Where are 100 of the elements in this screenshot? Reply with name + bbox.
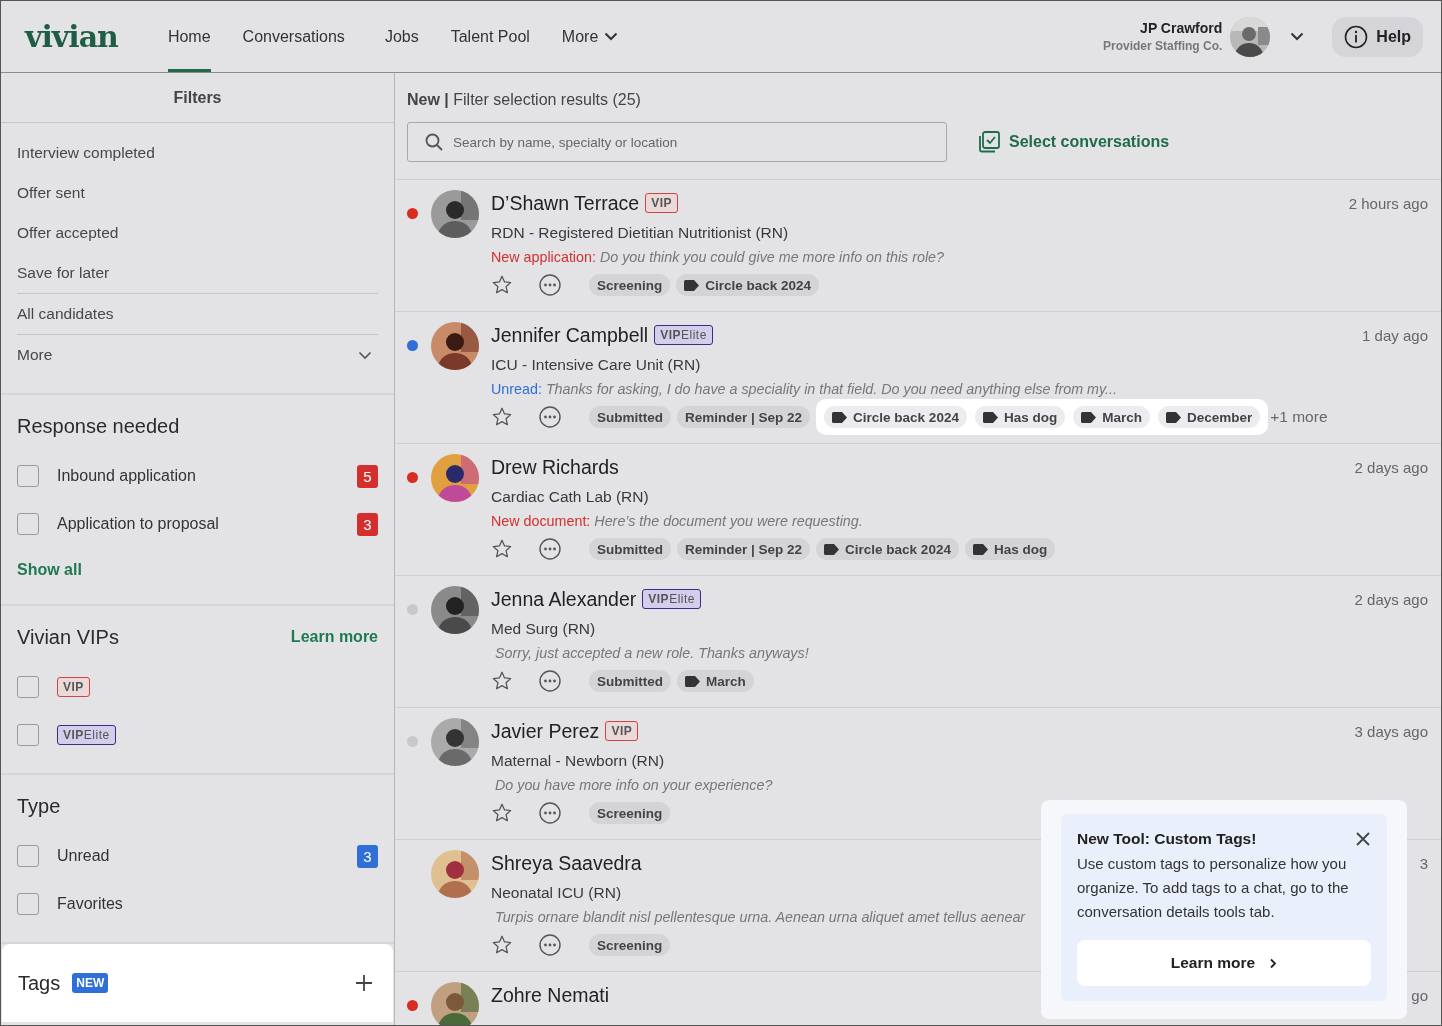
popover-text: Use custom tags to personalize how you organize. To add tags to a chat, go to the conversation details tools tab. — [1077, 854, 1350, 922]
checkbox[interactable] — [17, 724, 39, 746]
show-all-link[interactable]: Show all — [17, 550, 378, 590]
filter-item[interactable]: Interview completed — [17, 133, 378, 173]
candidate-name[interactable]: Shreya Saavedra — [491, 851, 642, 875]
star-icon[interactable] — [491, 538, 513, 560]
tag-icon — [685, 675, 700, 687]
checkbox[interactable] — [17, 845, 39, 867]
star-icon[interactable] — [491, 802, 513, 824]
message-preview: Do you think you could give me more info on this role? — [599, 249, 944, 265]
more-filter-toggle[interactable]: More — [17, 335, 378, 375]
timestamp: 2 days ago — [1354, 458, 1428, 476]
status-tag: Screening — [589, 274, 671, 296]
more-icon[interactable] — [539, 406, 561, 428]
timestamp: 2 hours ago — [1348, 194, 1428, 212]
tag-icon — [824, 543, 840, 555]
custom-tag: Has dog — [974, 406, 1066, 428]
nav-tab[interactable]: Home — [167, 1, 211, 72]
filter-label: Application to proposal — [57, 515, 219, 533]
popover-title: New Tool: Custom Tags! — [1077, 830, 1257, 848]
candidate-name[interactable]: Drew Richards — [491, 455, 619, 479]
vip-badge: VIP — [57, 677, 90, 697]
custom-tag: Circle back 2024 — [816, 538, 959, 560]
more-icon[interactable] — [539, 670, 561, 692]
status-tag: Submitted — [589, 538, 671, 560]
company-name: Provider Staffing Co. — [1103, 39, 1223, 53]
select-conversations-button[interactable]: Select conversations — [971, 129, 1176, 155]
add-icon[interactable] — [355, 974, 373, 992]
checklist-icon — [977, 130, 1001, 154]
nav-tab[interactable]: Conversations — [242, 1, 345, 72]
section-title: Type — [17, 794, 61, 818]
learn-more-link[interactable]: Learn more — [290, 628, 378, 646]
status-tag: Screening — [589, 802, 671, 824]
count-badge: 5 — [357, 464, 378, 488]
tag-icon — [832, 411, 848, 423]
candidate-name[interactable]: Jenna Alexander — [491, 587, 637, 611]
message-preview: Turpis ornare blandit nisl pellentesque urna. Aenean urna aliquet amet tellus aenear — [495, 909, 1026, 925]
filter-item[interactable]: Offer accepted — [17, 213, 378, 253]
help-button[interactable]: Help — [1332, 16, 1423, 57]
vip-badge: VIP — [605, 721, 639, 741]
tag-icon — [1081, 411, 1097, 423]
candidate-name[interactable]: D’Shawn Terrace — [491, 191, 640, 215]
status-tag: Screening — [589, 934, 671, 956]
job-title: Med Surg (RN) — [491, 620, 596, 637]
nav-tab[interactable]: Talent Pool — [450, 1, 530, 72]
vip-badge: VIPElite — [642, 589, 701, 609]
info-icon — [1344, 24, 1369, 49]
search-icon — [425, 133, 443, 151]
timestamp: 2 days ago — [1354, 590, 1428, 608]
candidate-name[interactable]: Jennifer Campbell — [491, 323, 649, 347]
job-title: ICU - Intensive Care Unit (RN) — [491, 356, 701, 373]
status-tag: Submitted — [589, 406, 671, 428]
tag-icon — [684, 279, 700, 291]
more-icon[interactable] — [539, 802, 561, 824]
status-tag: Reminder | Sep 22 — [677, 538, 811, 560]
close-icon[interactable] — [1355, 831, 1371, 847]
star-icon[interactable] — [491, 406, 513, 428]
star-icon[interactable] — [491, 934, 513, 956]
filter-item[interactable]: Offer sent — [17, 173, 378, 213]
nav-menu[interactable]: More — [561, 1, 619, 72]
chevron-down-icon[interactable] — [1290, 32, 1305, 41]
message-preview: Sorry, just accepted a new role. Thanks anyways! — [495, 645, 809, 661]
chevron-right-icon — [1269, 957, 1278, 969]
timestamp: go — [1411, 986, 1428, 1004]
custom-tag: March — [677, 670, 754, 692]
star-icon[interactable] — [491, 274, 513, 296]
filter-item[interactable]: Save for later — [17, 253, 378, 293]
vip-badge: VIP — [645, 193, 678, 213]
timestamp: 1 day ago — [1362, 326, 1428, 344]
vip-badge: VIPElite — [57, 725, 116, 745]
candidate-name[interactable]: Javier Perez — [491, 719, 600, 743]
vip-badge: VIPElite — [654, 325, 713, 345]
more-icon[interactable] — [539, 934, 561, 956]
tag-icon — [982, 411, 998, 423]
chevron-icon — [358, 350, 372, 360]
status-tag: Reminder | Sep 22 — [677, 406, 811, 428]
checkbox[interactable] — [17, 513, 39, 535]
section-title: Vivian VIPs — [17, 625, 119, 649]
job-title: Maternal - Newborn (RN) — [491, 752, 665, 769]
job-title: Cardiac Cath Lab (RN) — [491, 488, 649, 505]
checkbox[interactable] — [17, 465, 39, 487]
more-icon[interactable] — [539, 538, 561, 560]
tag-icon — [1165, 411, 1181, 423]
message-preview: Thanks for asking, I do have a speciality in that field. Do you need anything else from my... — [545, 381, 1117, 397]
job-title: Neonatal ICU (RN) — [491, 884, 622, 901]
panel-title: Filters — [1, 73, 394, 123]
more-tags-link[interactable]: +1 more — [1268, 408, 1328, 426]
search-field[interactable]: Search by name, specialty or location — [407, 122, 947, 162]
checkbox[interactable] — [17, 676, 39, 698]
message-status: New application: — [491, 249, 596, 265]
star-icon[interactable] — [491, 670, 513, 692]
more-icon[interactable] — [539, 274, 561, 296]
message-status: Unread: — [491, 381, 542, 397]
filter-item[interactable]: All candidates — [17, 294, 378, 334]
nav-tab[interactable]: Jobs — [384, 1, 419, 72]
learn-more-button[interactable]: Learn more — [1077, 940, 1371, 986]
checkbox[interactable] — [17, 893, 39, 915]
section-title: Response needed — [17, 414, 180, 438]
candidate-name[interactable]: Zohre Nemati — [491, 983, 610, 1007]
custom-tag: December — [1157, 406, 1261, 428]
